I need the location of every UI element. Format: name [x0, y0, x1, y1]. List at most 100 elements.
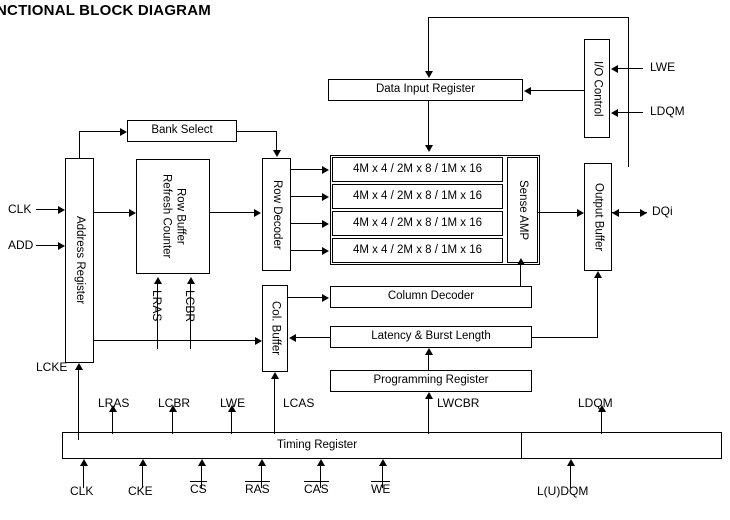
- signal-label-we-bottom-text: WE: [371, 482, 391, 496]
- arrow-datainput-in-right: [524, 86, 531, 95]
- wire-top-return-right-v: [628, 17, 630, 167]
- arrow-cke-bottom-up: [138, 459, 147, 466]
- arrow-lcas-up: [270, 372, 279, 379]
- arrow-senseamp-in-bottom: [516, 258, 525, 265]
- memory-bank-label: 4M x 4 / 2M x 8 / 1M x 16: [352, 189, 483, 202]
- signal-label-cas-bottom: CAS: [304, 481, 329, 496]
- block-latency-burst-length: Latency & Burst Length: [330, 326, 532, 348]
- wire-iocontrol-to-datainput: [530, 90, 585, 92]
- memory-bank-row: 4M x 4 / 2M x 8 / 1M x 16: [332, 157, 503, 182]
- signal-label-ldqm-out: LDQM: [578, 396, 613, 410]
- block-refresh-counter-label: Refresh Counter: [160, 174, 173, 259]
- signal-label-lcas: LCAS: [283, 396, 315, 410]
- arrow-add-in: [58, 241, 65, 250]
- arrow-ras-bottom-up: [257, 459, 266, 466]
- wire-ldqm-to-iocontrol: [618, 112, 643, 114]
- wire-timing-lwe-out: [231, 412, 233, 434]
- block-sense-amp: Sense AMP: [507, 157, 538, 263]
- wire-clk-to-address-register: [36, 209, 60, 211]
- wire-latency-to-outputbuffer-v: [597, 278, 599, 337]
- block-address-register-label: Address Register: [74, 216, 87, 305]
- wire-datainput-to-memory: [428, 101, 430, 146]
- wire-addr-to-bankselect-h: [79, 131, 121, 133]
- wire-top-return-left-v: [428, 17, 430, 72]
- arrow-memory-array-in-top: [424, 145, 433, 152]
- wire-bankselect-to-rowdecoder-v: [276, 131, 278, 151]
- wire-lcke-vertical: [78, 370, 80, 440]
- signal-label-ras-bottom-text: RAS: [245, 482, 270, 496]
- signal-label-ldqm-io: LDQM: [650, 104, 685, 118]
- block-timing-register-label: Timing Register: [276, 438, 358, 451]
- signal-label-cs-bottom: CS: [190, 481, 207, 496]
- wire-lwcbr-vertical: [428, 399, 430, 434]
- arrow-bank-2-in: [322, 192, 329, 201]
- wire-add-to-address-register: [36, 245, 60, 247]
- arrow-datainput-in-top: [424, 71, 433, 78]
- arrow-bank-4-in: [322, 246, 329, 255]
- wire-addr-to-rowbuffer: [94, 212, 130, 214]
- signal-label-lwcbr: LWCBR: [437, 396, 480, 410]
- arrow-colbuffer-in-right: [289, 333, 296, 342]
- signal-label-ras-bottom: RAS: [245, 481, 270, 496]
- block-io-control-label: I/O Control: [591, 60, 604, 117]
- arrow-lwcbr-up: [424, 392, 433, 399]
- arrow-clk-in: [58, 205, 65, 214]
- arrow-rowdecoder-in-left: [254, 208, 261, 217]
- block-io-control: I/O Control: [584, 39, 610, 138]
- block-col-buffer: Col. Buffer: [262, 285, 288, 372]
- arrow-rowdecoder-in-top: [272, 150, 281, 157]
- wire-senseamp-to-outputbuffer: [538, 212, 578, 214]
- signal-label-clk-bottom: CLK: [70, 484, 94, 498]
- memory-bank-label: 4M x 4 / 2M x 8 / 1M x 16: [352, 162, 483, 175]
- block-programming-register: Programming Register: [330, 370, 532, 392]
- arrow-outputbuffer-in-left: [577, 208, 584, 217]
- block-row-buffer-label: Row Buffer: [174, 188, 187, 245]
- block-bank-select-label: Bank Select: [151, 124, 213, 137]
- signal-label-cs-bottom-text: CS: [190, 482, 207, 496]
- block-row-decoder-label: Row Decoder: [271, 179, 284, 250]
- wire-lwe-to-iocontrol: [618, 68, 643, 70]
- arrow-outputbuffer-in-right: [612, 208, 619, 217]
- block-row-decoder: Row Decoder: [262, 158, 291, 271]
- arrow-iocontrol-ldqm-in: [611, 108, 618, 117]
- block-bank-select: Bank Select: [127, 120, 237, 142]
- arrow-cas-bottom-up: [316, 459, 325, 466]
- wire-rowdecoder-bank-2: [291, 196, 323, 198]
- arrow-iocontrol-lwe-in: [611, 64, 618, 73]
- memory-bank-row: 4M x 4 / 2M x 8 / 1M x 16: [332, 184, 503, 209]
- arrow-ludqm-bottom-up: [566, 459, 575, 466]
- signal-label-cas-bottom-text: CAS: [304, 482, 329, 496]
- arrow-latency-in-bottom: [424, 348, 433, 355]
- signal-label-we-bottom: WE: [371, 481, 391, 496]
- arrow-columndecoder-in: [322, 293, 329, 302]
- arrow-we-bottom-up: [378, 459, 387, 466]
- arrow-outputbuffer-in-bottom: [593, 271, 602, 278]
- arrow-colbuffer-in: [255, 336, 262, 345]
- wire-bankselect-to-rowdecoder-h: [237, 131, 277, 133]
- block-sense-amp-label: Sense AMP: [517, 179, 530, 241]
- block-address-register: Address Register: [65, 158, 94, 363]
- wire-addr-to-bankselect-v: [79, 131, 81, 159]
- wire-rowdecoder-bank-1: [291, 169, 323, 171]
- wire-rowbuffer-to-rowdecoder: [210, 212, 255, 214]
- signal-label-lras-out: LRAS: [98, 396, 130, 410]
- signal-label-lcke: LCKE: [36, 360, 68, 374]
- wire-colbuffer-to-columndecoder: [288, 297, 323, 299]
- wire-rowdecoder-bank-3: [291, 223, 323, 225]
- block-data-input-register: Data Input Register: [328, 79, 523, 101]
- memory-bank-row: 4M x 4 / 2M x 8 / 1M x 16: [332, 238, 503, 263]
- wire-timing-ldqm-out: [601, 412, 603, 434]
- signal-label-lras-internal: LRAS: [150, 290, 164, 322]
- wire-top-return-h: [428, 17, 629, 19]
- signal-label-lwe-out: LWE: [220, 396, 246, 410]
- signal-label-lwe-io: LWE: [650, 60, 676, 74]
- arrow-bank-1-in: [322, 165, 329, 174]
- block-column-decoder: Column Decoder: [330, 286, 532, 308]
- signal-label-add-in: ADD: [8, 238, 34, 252]
- wire-latency-to-colbuffer: [295, 337, 331, 339]
- memory-bank-row: 4M x 4 / 2M x 8 / 1M x 16: [332, 211, 503, 236]
- wire-lcas-vertical: [274, 379, 276, 434]
- arrow-clk-bottom-up: [79, 459, 88, 466]
- signal-label-dqi: DQi: [652, 204, 673, 218]
- arrow-bank-3-in: [322, 219, 329, 228]
